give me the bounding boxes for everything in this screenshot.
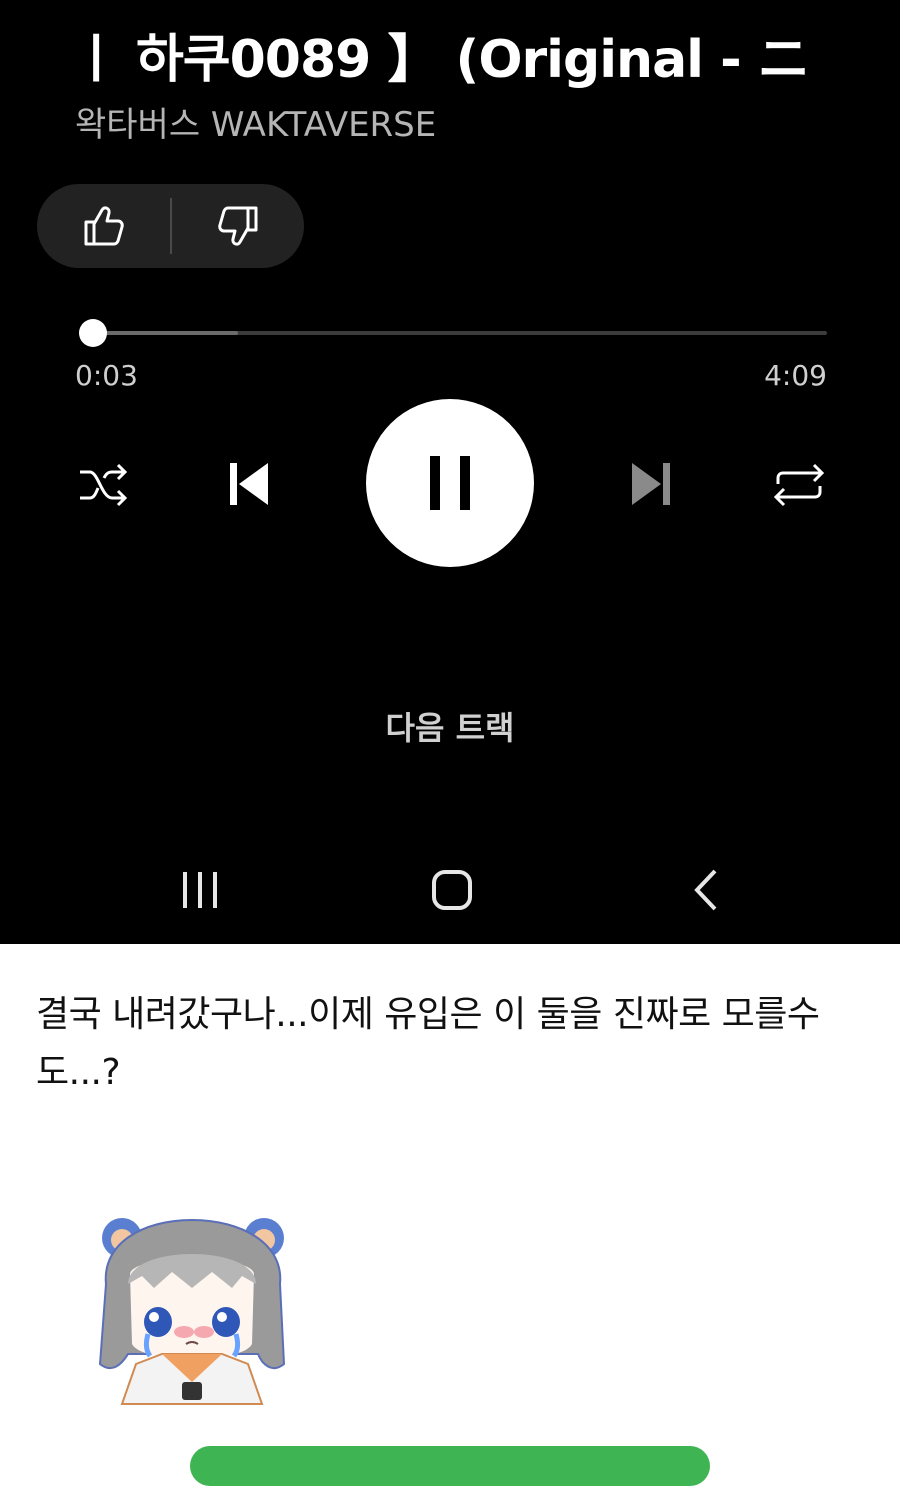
thumbs-down-icon — [217, 206, 257, 246]
back-icon — [694, 869, 717, 911]
pause-button[interactable] — [366, 399, 534, 567]
music-player-screen: ㅣ 하쿠0089 】 (Original - ニア/ 왁타버스 WAKTAVER… — [0, 0, 900, 944]
progress-bar[interactable] — [83, 331, 827, 335]
track-title: ㅣ 하쿠0089 】 (Original - ニア/ — [72, 22, 812, 98]
recent-apps-button[interactable] — [160, 858, 240, 922]
repeat-button[interactable] — [766, 452, 832, 518]
artist-name[interactable]: 왁타버스 WAKTAVERSE — [75, 100, 436, 150]
skip-previous-icon — [230, 463, 268, 505]
thumbs-up-icon — [84, 206, 124, 246]
shuffle-button[interactable] — [70, 452, 136, 518]
back-button[interactable] — [666, 858, 746, 922]
recent-apps-icon — [183, 872, 217, 908]
sticker-image — [98, 1218, 286, 1405]
post-text: 결국 내려갔구나...이제 유입은 이 둘을 진짜로 모를수 도...? — [36, 994, 820, 1093]
current-time: 0:03 — [75, 359, 138, 392]
repeat-icon — [773, 463, 825, 507]
crying-character-sticker — [92, 1214, 292, 1414]
progress-thumb[interactable] — [78, 319, 107, 347]
home-icon — [432, 870, 472, 910]
like-dislike-group — [37, 184, 304, 268]
green-action-button[interactable] — [190, 1446, 710, 1486]
like-button[interactable] — [37, 184, 170, 268]
skip-next-icon — [632, 463, 670, 505]
total-time: 4:09 — [764, 359, 827, 392]
dislike-button[interactable] — [171, 184, 304, 268]
pause-icon — [430, 456, 470, 510]
next-button[interactable] — [622, 454, 682, 514]
next-track-tab[interactable]: 다음 트랙 — [0, 706, 900, 750]
home-button[interactable] — [412, 858, 492, 922]
previous-button[interactable] — [218, 454, 278, 514]
post-body: 결국 내려갔구나...이제 유입은 이 둘을 진짜로 모를수 도...? — [0, 944, 900, 1486]
shuffle-icon — [80, 463, 128, 507]
track-title-text: ㅣ 하쿠0089 】 (Original - ニア/ — [72, 30, 812, 90]
